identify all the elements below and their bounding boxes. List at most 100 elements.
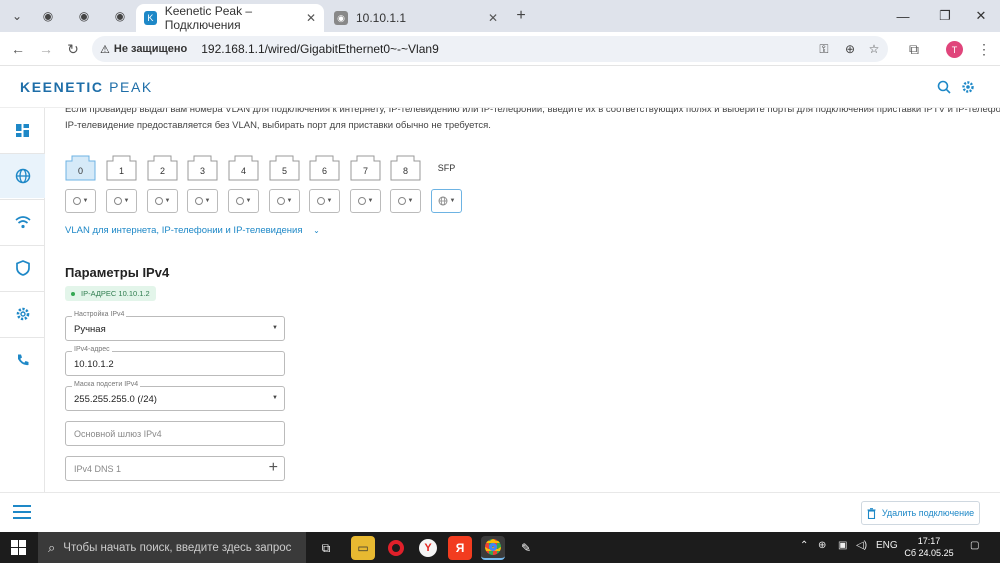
url-text[interactable]: 192.168.1.1/wired/GigabitEthernet0~-~Vla… [201, 42, 439, 56]
port-label: 3 [199, 166, 205, 176]
sidebar-item-internet[interactable] [0, 154, 45, 198]
settings-gear-icon[interactable] [959, 78, 977, 96]
port-8[interactable]: 8 [390, 155, 421, 181]
windows-start-icon[interactable] [11, 540, 26, 555]
tab-title: Keenetic Peak – Подключения [164, 4, 253, 32]
warning-icon: ⚠ [100, 43, 110, 56]
sidebar-item-dashboard[interactable] [0, 108, 45, 152]
vlan-settings-link[interactable]: VLAN для интернета, IP-телефонии и IP-те… [65, 225, 320, 236]
more-menu-icon[interactable]: ⋮ [974, 39, 994, 59]
network-globe-icon[interactable]: ⊕ [818, 540, 826, 551]
tab-10-10-1-1[interactable]: ◉ 10.10.1.1 ✕ [326, 4, 506, 32]
port-6-mode-select[interactable]: ▼ [309, 189, 340, 213]
field-value: Ручная [74, 324, 106, 335]
dns1-input[interactable]: IPv4 DNS 1 + [65, 456, 285, 481]
status-dot-icon [71, 291, 75, 296]
close-tab-icon[interactable]: ✕ [306, 11, 316, 25]
tab-search-icon[interactable]: ⌄ [7, 6, 27, 26]
sidebar-item-telephony[interactable] [0, 338, 45, 382]
port-3[interactable]: 3 [187, 155, 218, 181]
chevron-down-icon: ⌄ [313, 226, 320, 235]
volume-icon[interactable]: ◁) [856, 540, 867, 551]
port-2[interactable]: 2 [147, 155, 178, 181]
port-8-mode-select[interactable]: ▼ [390, 189, 421, 213]
yandex-icon[interactable]: Я [448, 536, 472, 560]
main-content: Если провайдер выдал вам номера VLAN для… [45, 108, 1000, 492]
tray-app-icon[interactable]: ▣ [838, 540, 847, 551]
shield-icon [15, 260, 30, 276]
restore-icon[interactable]: ❐ [930, 4, 960, 28]
file-explorer-icon[interactable]: ▭ [351, 536, 375, 560]
port-0-mode-select[interactable]: ▼ [65, 189, 96, 213]
delete-connection-button[interactable]: Удалить подключение [861, 501, 980, 525]
new-tab-button[interactable]: + [511, 6, 531, 26]
field-value: 255.255.255.0 (/24) [74, 394, 157, 405]
address-bar[interactable]: ⚠ Не защищено 192.168.1.1/wired/GigabitE… [92, 36, 888, 62]
notifications-icon[interactable]: ▢ [970, 540, 979, 551]
ip-address-badge: IP-АДРЕС 10.10.1.2 [65, 286, 156, 301]
port-7[interactable]: 7 [350, 155, 381, 181]
port-6[interactable]: 6 [309, 155, 340, 181]
sidebar-item-management[interactable] [0, 292, 45, 336]
taskbar-clock[interactable]: 17:17 Сб 24.05.25 [900, 535, 958, 559]
keenetic-favicon-icon: K [144, 11, 157, 25]
port-2-mode-select[interactable]: ▼ [147, 189, 178, 213]
close-tab-icon[interactable]: ✕ [488, 11, 498, 25]
ipv4-config-select[interactable]: Настройка IPv4 Ручная ▼ [65, 311, 285, 341]
language-indicator[interactable]: ENG [876, 540, 898, 551]
windows-taskbar: ⌕ Чтобы начать поиск, введите здесь запр… [0, 532, 1000, 563]
port-3-mode-select[interactable]: ▼ [187, 189, 218, 213]
taskbar-search-box[interactable]: ⌕ Чтобы начать поиск, введите здесь запр… [38, 532, 306, 563]
extensions-icon[interactable]: ⧉ [904, 39, 924, 59]
paint-app-icon[interactable]: ✎ [514, 536, 538, 560]
search-icon[interactable] [935, 78, 953, 96]
ipv4-address-input[interactable]: IPv4-адрес 10.10.1.2 [65, 346, 285, 376]
app-header: KEENETIC PEAK [0, 66, 1000, 108]
forward-icon[interactable]: → [36, 39, 56, 59]
close-window-icon[interactable]: ✕ [966, 4, 996, 28]
zoom-icon[interactable]: ⊕ [840, 39, 860, 59]
back-icon[interactable]: ← [8, 39, 28, 59]
key-icon[interactable]: ⚿ [814, 39, 834, 59]
field-placeholder: Основной шлюз IPv4 [74, 429, 162, 439]
opera-icon[interactable] [384, 536, 408, 560]
ipv4-section-title: Параметры IPv4 [65, 265, 170, 280]
port-label: 2 [159, 166, 165, 176]
bookmark-star-icon[interactable]: ☆ [864, 39, 884, 59]
field-label: IPv4-адрес [72, 346, 112, 353]
port-sfp-mode-select[interactable]: ▼ [431, 189, 462, 213]
port-7-mode-select[interactable]: ▼ [350, 189, 381, 213]
port-5[interactable]: 5 [269, 155, 300, 181]
tray-chevron-icon[interactable]: ⌃ [800, 540, 808, 551]
port-4-mode-select[interactable]: ▼ [228, 189, 259, 213]
tab-keenetic[interactable]: K Keenetic Peak – Подключения ✕ [136, 4, 324, 32]
port-1[interactable]: 1 [106, 155, 137, 181]
port-sfp[interactable]: SFP [431, 155, 462, 181]
globe-tab-icon[interactable]: ◉ [74, 6, 94, 26]
dropdown-arrow-icon: ▼ [272, 395, 278, 401]
task-view-icon[interactable]: ⧉ [314, 536, 338, 560]
sidebar-item-security[interactable] [0, 246, 45, 290]
gear-icon [16, 307, 29, 321]
port-label: 1 [118, 166, 124, 176]
reload-icon[interactable]: ↻ [63, 39, 83, 59]
gateway-input[interactable]: Основной шлюз IPv4 [65, 421, 285, 446]
security-label[interactable]: Не защищено [114, 43, 187, 55]
globe-tab-icon[interactable]: ◉ [110, 6, 130, 26]
port-0[interactable]: 0 [65, 155, 96, 181]
port-4[interactable]: 4 [228, 155, 259, 181]
yandex-browser-icon[interactable]: Y [416, 536, 440, 560]
port-label: 6 [321, 166, 327, 176]
chrome-icon[interactable] [481, 536, 505, 560]
add-dns-icon[interactable]: + [269, 459, 278, 477]
hamburger-menu-icon[interactable] [13, 505, 31, 521]
minimize-icon[interactable]: — [888, 4, 918, 28]
port-1-mode-select[interactable]: ▼ [106, 189, 137, 213]
port-5-mode-select[interactable]: ▼ [269, 189, 300, 213]
sidebar-item-wifi[interactable] [0, 200, 45, 244]
field-label: Маска подсети IPv4 [72, 381, 141, 388]
profile-avatar[interactable]: T [946, 41, 963, 58]
globe-tab-icon[interactable]: ◉ [38, 6, 58, 26]
keenetic-logo[interactable]: KEENETIC PEAK [20, 79, 153, 95]
subnet-mask-select[interactable]: Маска подсети IPv4 255.255.255.0 (/24) ▼ [65, 381, 285, 411]
